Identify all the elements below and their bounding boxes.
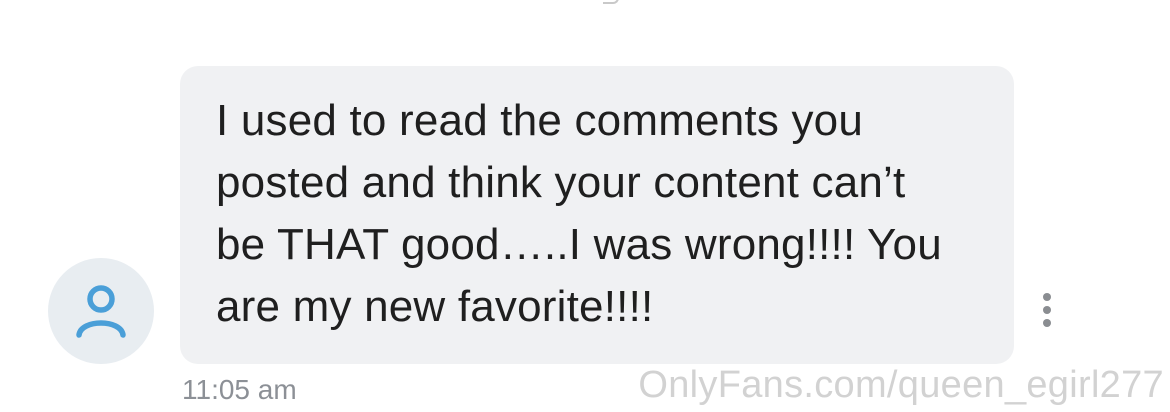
message-bubble[interactable]: I used to read the comments you posted a… xyxy=(180,66,1014,364)
sender-avatar[interactable] xyxy=(48,258,154,364)
message-timestamp: 11:05 am xyxy=(182,374,297,405)
message-text: I used to read the comments you posted a… xyxy=(216,96,942,331)
menu-dot xyxy=(1043,293,1051,301)
more-vertical-icon[interactable] xyxy=(1030,288,1064,332)
scroll-edge-mark xyxy=(603,0,619,4)
watermark-text: OnlyFans.com/queen_egirl277 xyxy=(638,364,1164,406)
chat-view: I used to read the comments you posted a… xyxy=(0,0,1170,412)
menu-dot xyxy=(1043,319,1051,327)
menu-dot xyxy=(1043,306,1051,314)
user-icon xyxy=(76,285,126,338)
